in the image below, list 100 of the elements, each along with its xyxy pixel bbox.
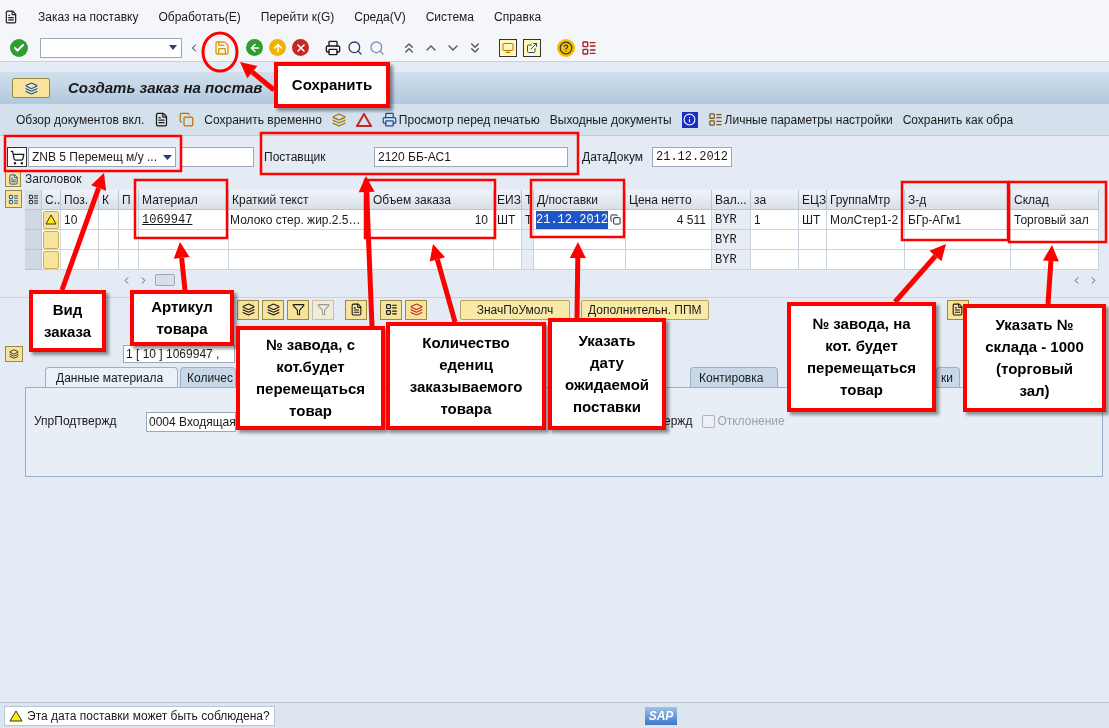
order-type-dropdown[interactable]: ZNB 5 Перемещ м/у ... bbox=[28, 147, 176, 167]
table-cell bbox=[751, 250, 799, 270]
table-cell bbox=[522, 230, 534, 250]
help-icon[interactable] bbox=[557, 38, 575, 57]
table-cell bbox=[119, 230, 139, 250]
toolbar-button[interactable]: Сохранить как обра bbox=[902, 110, 1014, 129]
print-preview-icon[interactable] bbox=[381, 112, 397, 127]
table-cell bbox=[799, 230, 827, 250]
column-header[interactable]: П bbox=[119, 190, 139, 210]
column-header[interactable]: Цена нетто bbox=[626, 190, 712, 210]
scrollbar-thumb[interactable] bbox=[155, 274, 175, 286]
dropdown-arrow-icon bbox=[169, 45, 177, 50]
confirmation-field[interactable]: 0004 Входящая bbox=[146, 412, 236, 432]
table-cell bbox=[494, 230, 522, 250]
new-session-icon[interactable] bbox=[499, 38, 517, 57]
pointer-arrow bbox=[893, 244, 946, 304]
column-header[interactable]: С.. bbox=[42, 190, 61, 210]
vendor-label: Поставщик bbox=[264, 149, 327, 166]
filter-icon[interactable] bbox=[287, 299, 309, 320]
callout-box: Количество едениц заказываемого товара bbox=[386, 322, 546, 430]
table-cell: 10 bbox=[370, 210, 494, 230]
delivery-date-field[interactable]: 21.12.2012 bbox=[536, 210, 608, 229]
toolbar-button[interactable]: Просмотр перед печатью bbox=[398, 110, 540, 129]
toolbar-button[interactable]: Дополнительн. ППМ bbox=[581, 299, 709, 320]
dropdown-value: ZNB 5 Перемещ м/у ... bbox=[32, 149, 158, 166]
tab[interactable]: ки bbox=[936, 367, 960, 387]
personal-settings-icon[interactable] bbox=[707, 112, 723, 127]
highlight-ellipse bbox=[201, 31, 239, 73]
tab[interactable]: Данные материала bbox=[45, 367, 178, 387]
column-header[interactable]: З-д bbox=[905, 190, 1011, 210]
copy-document-icon[interactable] bbox=[179, 112, 195, 127]
menu-item[interactable]: Справка bbox=[494, 8, 542, 26]
column-header[interactable]: Д/поставки bbox=[534, 190, 626, 210]
confirmation-label: УпрПодтвержд bbox=[34, 413, 118, 430]
items-toggle-icon[interactable] bbox=[5, 190, 22, 208]
cart-icon[interactable] bbox=[7, 147, 27, 167]
tab[interactable]: Количес bbox=[180, 367, 236, 387]
callout-box: Вид заказа bbox=[29, 290, 106, 352]
toolbar-button[interactable]: ЗначПоУмолч bbox=[460, 299, 570, 320]
cancel-icon[interactable] bbox=[292, 39, 309, 56]
document-date-field[interactable]: 21.12.2012 bbox=[652, 147, 732, 167]
back-icon[interactable] bbox=[246, 39, 263, 56]
find-icon[interactable] bbox=[347, 39, 363, 56]
document-icon[interactable] bbox=[345, 299, 367, 320]
menu-item[interactable]: Перейти к(G) bbox=[260, 8, 335, 26]
tab[interactable]: Контировка bbox=[690, 367, 778, 387]
toolbar-button[interactable]: Сохранить временно bbox=[204, 110, 322, 129]
table-cell bbox=[99, 250, 119, 270]
find-next-icon[interactable] bbox=[369, 39, 385, 56]
callout-box: Сохранить bbox=[274, 62, 390, 108]
vendor-field[interactable]: 2120 ББ-АС1 bbox=[374, 147, 568, 167]
toolbar-button[interactable]: Выходные документы bbox=[549, 110, 672, 129]
input-field[interactable] bbox=[180, 147, 254, 167]
info-icon[interactable] bbox=[681, 111, 698, 128]
menu-item[interactable]: Среда(V) bbox=[354, 8, 406, 26]
warning-icon bbox=[9, 709, 23, 722]
header-toggle[interactable]: Заголовок bbox=[25, 170, 82, 188]
menu-item[interactable]: Заказ на поставку bbox=[38, 8, 139, 26]
column-header[interactable]: ЕЦЗ bbox=[799, 190, 827, 210]
column-header[interactable]: ЕИЗ bbox=[494, 190, 522, 210]
column-header[interactable]: Склад bbox=[1011, 190, 1099, 210]
callout-box: № завода, с кот.будет перемещаться товар bbox=[236, 326, 385, 430]
column-header[interactable]: Вал... bbox=[712, 190, 751, 210]
column-header[interactable]: Объем заказа bbox=[370, 190, 494, 210]
menu-icon[interactable] bbox=[4, 10, 18, 24]
command-field[interactable] bbox=[40, 37, 182, 58]
table-cell bbox=[119, 250, 139, 270]
column-header[interactable]: Краткий текст bbox=[229, 190, 370, 210]
list-icon[interactable] bbox=[380, 299, 402, 320]
toolbar-button[interactable]: Обзор документов вкл. bbox=[16, 110, 145, 129]
enter-icon[interactable] bbox=[10, 38, 28, 57]
item-selector-field[interactable]: 1 [ 10 ] 1069947 , bbox=[123, 345, 235, 363]
table-cell: МолСтер1-2 bbox=[827, 210, 905, 230]
column-header[interactable]: за bbox=[751, 190, 799, 210]
table-cell bbox=[751, 230, 799, 250]
warning-triangle-icon[interactable] bbox=[355, 112, 372, 127]
table-cell: BYR bbox=[712, 230, 751, 250]
column-header[interactable]: Материал bbox=[139, 190, 229, 210]
material-link[interactable]: 1069947 bbox=[142, 210, 193, 229]
select-all-icon bbox=[27, 194, 39, 205]
shortcut-icon[interactable] bbox=[523, 38, 541, 57]
copy-icon bbox=[610, 214, 621, 225]
callout-box: Указать № склада - 1000 (торговый зал) bbox=[963, 304, 1106, 412]
toolbar-button[interactable]: Личные параметры настройки bbox=[724, 110, 893, 129]
callout-box: № завода, на кот. будет перемещаться товар bbox=[787, 302, 936, 412]
new-document-icon[interactable] bbox=[154, 112, 170, 127]
callout-box: Артикул товара bbox=[130, 290, 234, 346]
menu-item[interactable]: Обработать(E) bbox=[158, 8, 241, 26]
menu-item[interactable]: Система bbox=[425, 8, 474, 26]
table-cell: Торговый зал bbox=[1011, 210, 1099, 230]
table-cell: 4 511 bbox=[626, 210, 712, 230]
sap-logo: SAP bbox=[644, 706, 678, 725]
pointer-arrow bbox=[1042, 245, 1059, 305]
select-all-header[interactable] bbox=[25, 190, 42, 210]
table-cell: ШТ bbox=[494, 210, 522, 230]
column-header[interactable]: К bbox=[99, 190, 119, 210]
column-header[interactable]: ГруппаМтр bbox=[827, 190, 905, 210]
print-icon[interactable] bbox=[325, 39, 341, 56]
table-cell: 1 bbox=[751, 210, 799, 230]
table-cell: BYR bbox=[712, 210, 751, 230]
